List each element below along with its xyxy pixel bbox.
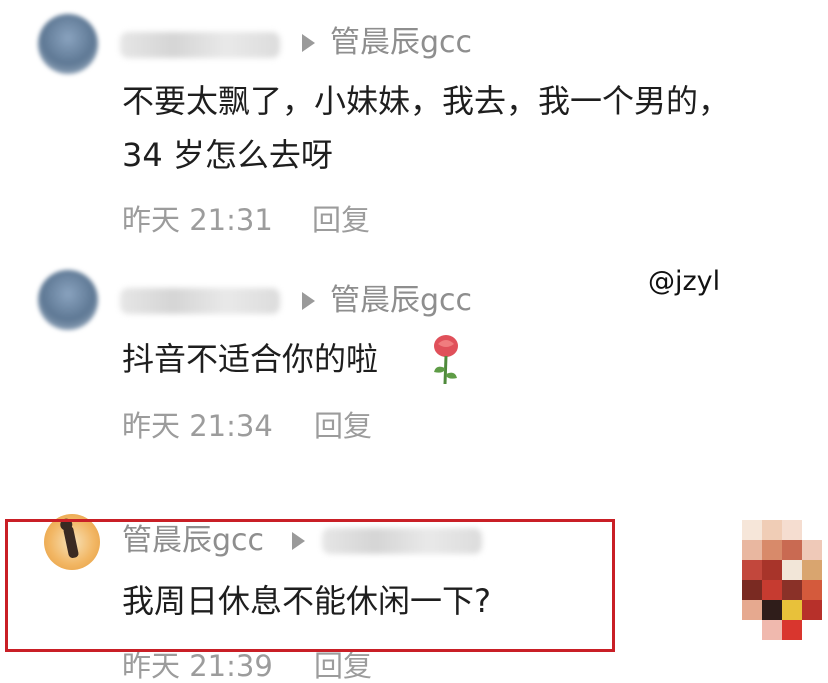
reply-button[interactable]: 回复: [314, 412, 372, 441]
watermark: @jzyl: [648, 266, 721, 297]
comment-text-line: 不要太飘了，小妹妹，我去，我一个男的，: [122, 82, 731, 120]
pixelated-image: [742, 520, 822, 640]
highlight-box: [5, 519, 615, 652]
comment-time: 昨天 21:34: [122, 409, 273, 443]
triangle-right-icon: [302, 34, 315, 52]
reply-button[interactable]: 回复: [312, 206, 370, 235]
avatar[interactable]: [38, 14, 98, 74]
comment-text-line: 34 岁怎么去呀: [122, 136, 333, 174]
username-blurred[interactable]: [120, 32, 280, 58]
reply-button[interactable]: 回复: [314, 652, 372, 681]
username-blurred[interactable]: [120, 288, 280, 314]
avatar[interactable]: [38, 270, 98, 330]
comment-text-line: 抖音不适合你的啦: [122, 340, 379, 378]
reply-to-username[interactable]: 管晨辰gcc: [330, 28, 472, 58]
comment-time: 昨天 21:31: [122, 203, 273, 237]
rose-icon: [434, 335, 458, 385]
comment-time: 昨天 21:39: [122, 649, 273, 683]
reply-to-username[interactable]: 管晨辰gcc: [330, 286, 472, 316]
triangle-right-icon: [302, 292, 315, 310]
